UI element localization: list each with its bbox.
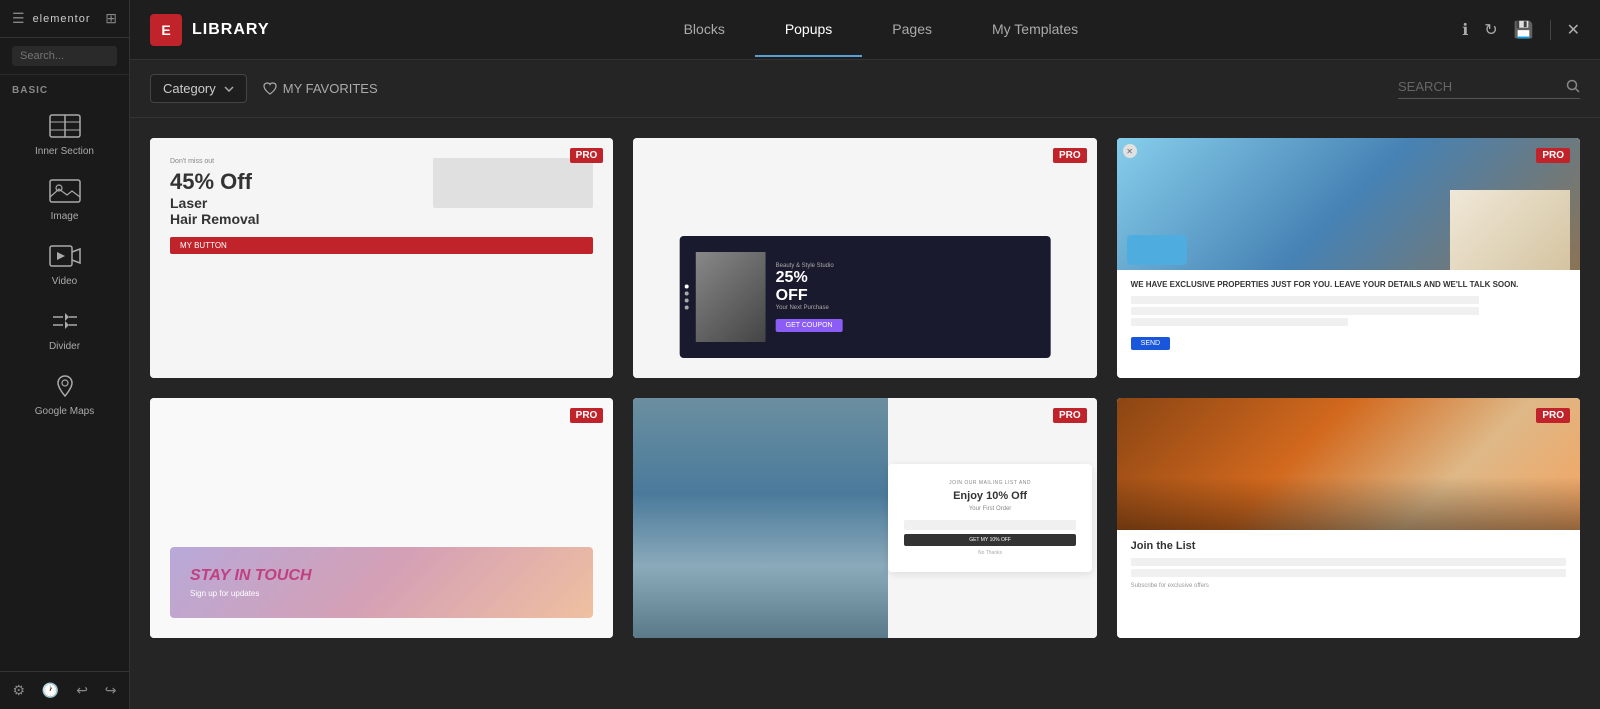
pro-badge: PRO	[570, 148, 604, 163]
google-maps-icon	[47, 372, 83, 400]
close-icon[interactable]: ✕	[1567, 20, 1580, 40]
grid-icon[interactable]: ⊞	[105, 10, 117, 27]
favorites-label: MY FAVORITES	[283, 81, 378, 96]
sidebar-header: ☰ elementor ⊞	[0, 0, 129, 38]
nav-tabs: Blocks Popups Pages My Templates	[300, 3, 1463, 57]
chevron-down-icon	[224, 86, 234, 92]
video-label: Video	[52, 276, 77, 287]
search-input[interactable]	[12, 46, 117, 66]
pro-badge: PRO	[1536, 408, 1570, 423]
redo-icon[interactable]: ↪	[105, 682, 117, 699]
tab-blocks[interactable]: Blocks	[654, 3, 755, 57]
tab-my-templates[interactable]: My Templates	[962, 3, 1108, 57]
category-label: Category	[163, 81, 216, 96]
template-card[interactable]: PRO Don't miss out 45% Off LaserHair Rem…	[150, 138, 613, 378]
card-preview: JOIN OUR MAILING LIST AND Enjoy 10% Off …	[633, 398, 1096, 638]
sync-icon[interactable]: ↻	[1484, 20, 1497, 40]
template-card[interactable]: PRO STAY IN TOUCH Sign up for updates	[150, 398, 613, 638]
template-card[interactable]: PRO JOIN OUR MAILING LIST AND Enjoy 10% …	[633, 398, 1096, 638]
undo-icon[interactable]: ↩	[76, 682, 88, 699]
topbar-divider	[1550, 20, 1551, 40]
divider-icon	[47, 307, 83, 335]
tab-popups[interactable]: Popups	[755, 3, 862, 57]
video-icon	[47, 242, 83, 270]
pro-badge: PRO	[1053, 148, 1087, 163]
sidebar-item-video[interactable]: Video	[0, 232, 129, 297]
sidebar: ☰ elementor ⊞ BASIC Inner Section	[0, 0, 130, 709]
card-preview: Beauty & Style Studio 25% OFF Your Next …	[633, 138, 1096, 378]
logo-icon: E	[150, 14, 182, 46]
favorites-button[interactable]: MY FAVORITES	[263, 81, 378, 96]
section-label: BASIC	[0, 75, 129, 102]
divider-label: Divider	[49, 341, 80, 352]
pro-badge: PRO	[1536, 148, 1570, 163]
template-card[interactable]: PRO Beauty & Style Studio 25%	[633, 138, 1096, 378]
elementor-logo: elementor	[33, 13, 91, 25]
pro-badge: PRO	[570, 408, 604, 423]
sidebar-item-google-maps[interactable]: Google Maps	[0, 362, 129, 427]
heart-icon	[263, 82, 277, 95]
tab-pages[interactable]: Pages	[862, 3, 962, 57]
search-box	[0, 38, 129, 75]
card-preview: Join the List Subscribe for exclusive of…	[1117, 398, 1580, 638]
image-label: Image	[51, 211, 79, 222]
main-area: E LIBRARY Blocks Popups Pages My Templat…	[130, 0, 1600, 709]
card-preview: Don't miss out 45% Off LaserHair Removal…	[150, 138, 613, 378]
inner-section-label: Inner Section	[35, 146, 94, 157]
sidebar-bottom: ⚙ 🕐 ↩ ↪	[0, 671, 129, 709]
sidebar-item-inner-section[interactable]: Inner Section	[0, 102, 129, 167]
topbar-actions: ℹ ↻ 💾 ✕	[1462, 20, 1580, 40]
category-dropdown[interactable]: Category	[150, 74, 247, 103]
sidebar-item-image[interactable]: Image	[0, 167, 129, 232]
pro-badge: PRO	[1053, 408, 1087, 423]
filters-bar: Category MY FAVORITES	[130, 60, 1600, 118]
settings-icon[interactable]: ⚙	[12, 682, 25, 699]
topbar-logo: E LIBRARY	[150, 14, 270, 46]
menu-icon[interactable]: ☰	[12, 10, 25, 27]
topbar: E LIBRARY Blocks Popups Pages My Templat…	[130, 0, 1600, 60]
search-right	[1398, 79, 1580, 99]
info-icon[interactable]: ℹ	[1462, 20, 1468, 40]
inner-section-icon	[47, 112, 83, 140]
history-icon[interactable]: 🕐	[42, 682, 59, 699]
google-maps-label: Google Maps	[35, 406, 94, 417]
card-preview: STAY IN TOUCH Sign up for updates	[150, 398, 613, 638]
template-card[interactable]: PRO ✕ WE HAVE EXCLUSIVE PROPERTIES JUST …	[1117, 138, 1580, 378]
sidebar-header-left: ☰ elementor	[12, 10, 90, 27]
card-preview: ✕ WE HAVE EXCLUSIVE PROPERTIES JUST FOR …	[1117, 138, 1580, 378]
sidebar-item-divider[interactable]: Divider	[0, 297, 129, 362]
image-icon	[47, 177, 83, 205]
template-grid: PRO Don't miss out 45% Off LaserHair Rem…	[130, 118, 1600, 709]
template-card[interactable]: PRO Join the List Subscribe for exclusiv…	[1117, 398, 1580, 638]
library-title: LIBRARY	[192, 21, 270, 39]
template-search-input[interactable]	[1398, 79, 1558, 94]
search-icon[interactable]	[1566, 79, 1580, 93]
save-icon[interactable]: 💾	[1514, 20, 1534, 40]
